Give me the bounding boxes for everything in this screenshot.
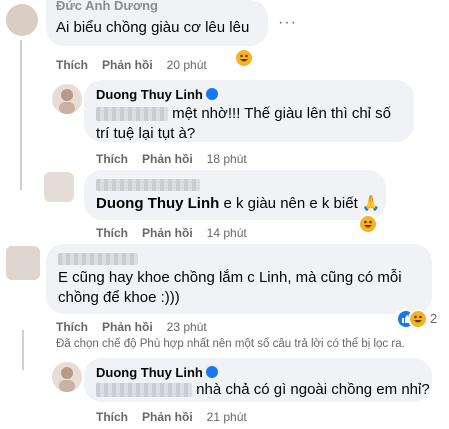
haha-reaction-icon[interactable] — [360, 216, 376, 232]
comment-time[interactable]: 20 phút — [167, 58, 207, 72]
reply-button[interactable]: Phản hồi — [142, 152, 193, 166]
comment-actions: Thích Phản hồi 18 phút — [96, 152, 247, 166]
comment-bubble: Duong Thuy Linh mệt nhờ!!! Thế giàu lên … — [84, 80, 414, 142]
comment-body: mệt nhờ!!! Thế giàu lên thì chỉ số trí t… — [96, 104, 404, 144]
avatar[interactable] — [52, 362, 82, 392]
avatar[interactable] — [6, 4, 38, 36]
reaction-count: 2 — [430, 311, 438, 326]
like-button[interactable]: Thích — [96, 410, 128, 424]
comment-actions: Thích Phản hồi 21 phút — [96, 410, 247, 424]
pray-emoji: 🙏 — [361, 195, 381, 212]
mention-link[interactable]: Duong Thuy Linh — [96, 195, 219, 212]
verified-badge-icon — [205, 88, 218, 100]
reply-button[interactable]: Phản hồi — [142, 226, 193, 240]
comment-actions: Thích Phản hồi 23 phút — [56, 320, 207, 334]
comment-author[interactable]: Đức Anh Dương — [56, 0, 158, 13]
comment-text: nhà chả có gì ngoài chồng em nhỉ? — [196, 381, 430, 398]
haha-reaction-icon — [410, 311, 426, 327]
more-options-icon[interactable]: ··· — [278, 14, 297, 32]
avatar[interactable] — [44, 172, 74, 202]
comment-author[interactable]: Duong Thuy Linh — [96, 365, 203, 380]
comment-bubble: Duong Thuy Linh e k giàu nên e k biết 🙏 — [84, 170, 386, 220]
reply-button[interactable]: Phản hồi — [102, 58, 153, 72]
redacted-mention — [96, 107, 168, 122]
reply-button[interactable]: Phản hồi — [142, 410, 193, 424]
comment-actions: Thích Phản hồi 20 phút — [56, 58, 207, 72]
comment-time[interactable]: 18 phút — [207, 152, 247, 166]
comment-time[interactable]: 23 phút — [167, 320, 207, 334]
comment-actions: Thích Phản hồi 14 phút — [96, 226, 247, 240]
comment-header — [58, 250, 138, 268]
reaction-summary[interactable]: 2 — [396, 310, 437, 328]
redacted-author — [58, 252, 138, 265]
reply-button[interactable]: Phản hồi — [102, 320, 153, 334]
like-button[interactable]: Thích — [56, 320, 88, 334]
verified-badge-icon — [205, 366, 218, 378]
redacted-author — [96, 178, 200, 191]
redacted-mention — [96, 383, 192, 398]
comment-text: Ai biểu chồng giàu cơ lêu lêu — [56, 19, 250, 36]
filter-notice: Đã chọn chế độ Phù hợp nhất nên một số c… — [56, 338, 405, 350]
avatar[interactable] — [6, 246, 40, 280]
comment-author[interactable]: Duong Thuy Linh — [96, 87, 203, 102]
comment-text: E cũng hay khoe chồng lắm c Linh, mà cũn… — [58, 269, 402, 306]
haha-reaction-icon[interactable] — [236, 50, 252, 66]
comment-text: e k giàu nên e k biết — [223, 195, 358, 212]
comment-bubble: Duong Thuy Linh nhà chả có gì ngoài chồn… — [84, 358, 432, 402]
avatar[interactable] — [52, 84, 82, 114]
like-button[interactable]: Thích — [96, 226, 128, 240]
comment-bubble: E cũng hay khoe chồng lắm c Linh, mà cũn… — [46, 244, 432, 314]
thread-line — [22, 330, 24, 370]
comment-body: Duong Thuy Linh e k giàu nên e k biết 🙏 — [96, 194, 381, 214]
comment-body: nhà chả có gì ngoài chồng em nhỉ? — [96, 380, 430, 400]
comment-header — [96, 176, 200, 194]
comment-header: Duong Thuy Linh — [96, 86, 218, 104]
like-button[interactable]: Thích — [56, 58, 88, 72]
comment-bubble: Đức Anh Dương Ai biểu chồng giàu cơ lêu … — [46, 0, 268, 46]
thread-line — [20, 40, 22, 190]
comment-time[interactable]: 14 phút — [207, 226, 247, 240]
like-button[interactable]: Thích — [96, 152, 128, 166]
comment-time[interactable]: 21 phút — [207, 410, 247, 424]
